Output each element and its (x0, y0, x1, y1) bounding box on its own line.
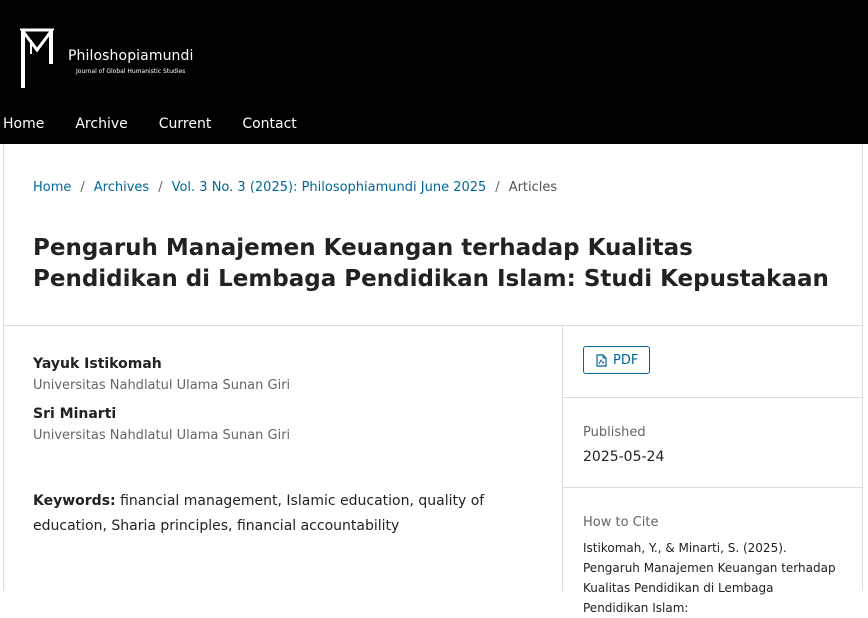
pdf-button-label: PDF (613, 352, 639, 368)
article-page: Home / Archives / Vol. 3 No. 3 (2025): Philo… (3, 144, 863, 615)
author-name: Sri Minarti (33, 406, 117, 422)
divider (563, 487, 863, 488)
nav-current[interactable]: Current (159, 112, 212, 136)
pdf-button[interactable]: PDF (583, 346, 650, 374)
main-nav: Home Archive Current Contact (0, 112, 328, 136)
site-name: Philoshopiamundi (68, 48, 194, 64)
author-name: Yayuk Istikomah (33, 356, 162, 372)
how-to-cite-label: How to Cite (583, 515, 659, 530)
breadcrumb-home[interactable]: Home (33, 180, 71, 195)
breadcrumb-current: Articles (508, 180, 558, 195)
divider (4, 325, 862, 326)
breadcrumb-separator: / (158, 180, 163, 195)
published-label: Published (583, 425, 646, 440)
author-affiliation: Universitas Nahdlatul Ulama Sunan Giri (33, 378, 291, 393)
author-affiliation: Universitas Nahdlatul Ulama Sunan Giri (33, 428, 291, 443)
keywords-label: Keywords: (33, 493, 116, 509)
breadcrumb-separator: / (80, 180, 85, 195)
site-logo[interactable]: Philoshopiamundi Journal of Global Human… (20, 28, 220, 90)
site-tagline: Journal of Global Humanistic Studies (76, 68, 186, 75)
nav-archive[interactable]: Archive (75, 112, 127, 136)
page-title: Pengaruh Manajemen Keuangan terhadap Kua… (33, 235, 829, 292)
keywords: Keywords: financial management, Islamic … (33, 489, 538, 539)
published-date: 2025-05-24 (583, 449, 665, 465)
breadcrumb: Home / Archives / Vol. 3 No. 3 (2025): Philo… (33, 180, 557, 195)
breadcrumb-issue[interactable]: Vol. 3 No. 3 (2025): Philosophiamundi Ju… (172, 180, 487, 195)
logo-icon (20, 28, 54, 88)
breadcrumb-archives[interactable]: Archives (94, 180, 149, 195)
pdf-file-icon (596, 353, 607, 367)
divider (563, 397, 863, 398)
breadcrumb-separator: / (495, 180, 500, 195)
citation-text: Istikomah, Y., & Minarti, S. (2025). Pen… (583, 541, 836, 615)
site-header: Philoshopiamundi Journal of Global Human… (0, 0, 868, 144)
nav-contact[interactable]: Contact (242, 112, 296, 136)
nav-home[interactable]: Home (3, 112, 44, 136)
column-divider (562, 325, 563, 591)
